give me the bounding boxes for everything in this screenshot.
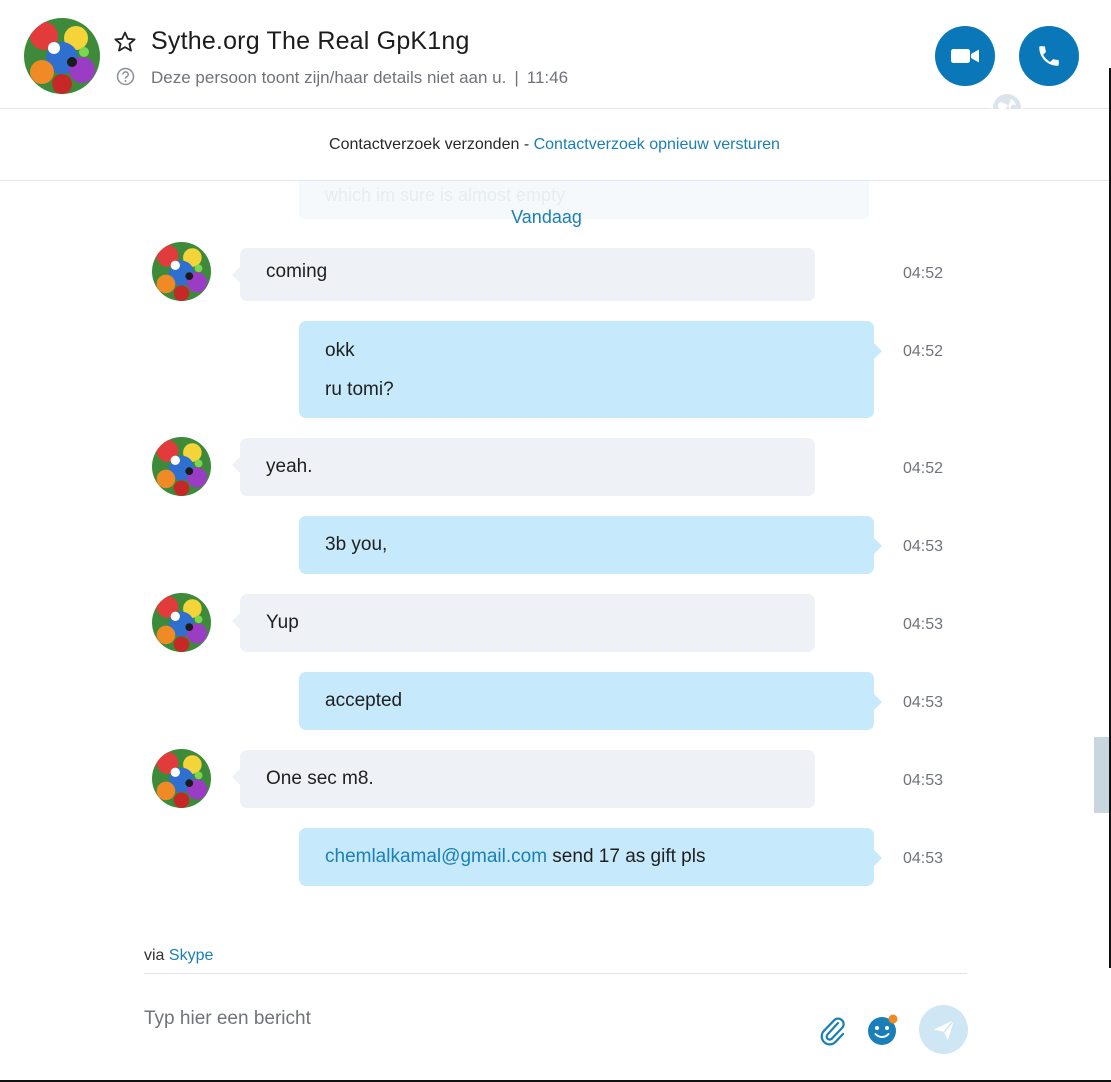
message-text: ru tomi?	[325, 379, 394, 400]
incoming-message[interactable]: coming	[232, 248, 815, 301]
message-time: 04:53	[903, 538, 944, 555]
resend-request-link[interactable]: Contactverzoek opnieuw versturen	[534, 136, 780, 154]
message-text: yeah.	[266, 456, 313, 477]
incoming-message[interactable]: One sec m8.	[232, 750, 815, 808]
message-avatar[interactable]	[152, 242, 211, 301]
contact-status: Deze persoon toont zijn/haar details nie…	[151, 68, 568, 88]
video-call-button[interactable]	[935, 26, 995, 86]
conversation-header: Sythe.org The Real GpK1ng Deze persoon t…	[0, 0, 1109, 124]
message-text: Yup	[266, 612, 299, 633]
message-input[interactable]	[144, 1004, 784, 1034]
message-avatar[interactable]	[152, 593, 211, 652]
message-avatar[interactable]	[152, 749, 211, 808]
incoming-message[interactable]: Yup	[232, 594, 815, 652]
audio-call-button[interactable]	[1019, 26, 1079, 86]
via-prefix: via	[144, 947, 165, 964]
send-icon	[933, 1019, 955, 1040]
status-text: Deze persoon toont zijn/haar details nie…	[151, 68, 507, 87]
date-separator: Vandaag	[511, 207, 582, 227]
status-separator: |	[514, 68, 519, 87]
message-avatar[interactable]	[152, 437, 211, 496]
paperclip-icon[interactable]	[817, 1014, 847, 1046]
local-time: 11:46	[526, 68, 569, 87]
emoji-icon[interactable]	[866, 1012, 902, 1048]
message-text: chemlalkamal@gmail.com send 17 as gift p…	[299, 828, 874, 868]
outgoing-message[interactable]: chemlalkamal@gmail.com send 17 as gift p…	[299, 828, 882, 886]
via-label: via Skype	[144, 947, 213, 965]
message-text: okk	[325, 340, 355, 361]
message-text-rest: send 17 as gift pls	[547, 846, 706, 867]
star-icon[interactable]	[113, 30, 137, 54]
message-time: 04:53	[903, 694, 944, 711]
message-time: 04:52	[903, 460, 944, 477]
phone-icon	[1039, 46, 1059, 66]
previous-message-text: which im sure is almost empty	[325, 185, 566, 205]
send-button[interactable]	[919, 1005, 968, 1054]
message-time: 04:53	[903, 850, 944, 867]
question-icon[interactable]	[116, 67, 135, 86]
chat-scrollbar[interactable]	[1094, 737, 1109, 813]
outgoing-message[interactable]: accepted	[299, 672, 882, 730]
contact-request-bar: Contactverzoek verzonden - Contactverzoe…	[0, 109, 1109, 181]
message-time: 04:52	[903, 343, 944, 360]
request-dash: -	[523, 135, 530, 153]
message-time: 04:53	[903, 772, 944, 789]
message-text: coming	[266, 261, 328, 282]
message-time: 04:52	[903, 265, 944, 282]
contact-name: Sythe.org The Real GpK1ng	[151, 27, 470, 55]
composer-divider	[144, 973, 967, 974]
email-link[interactable]: chemlalkamal@gmail.com	[325, 846, 547, 867]
outgoing-message[interactable]: 3b you,	[299, 516, 882, 574]
message-text: accepted	[325, 690, 403, 711]
message-text: One sec m8.	[266, 768, 374, 789]
incoming-message[interactable]: yeah.	[232, 438, 815, 496]
outgoing-message[interactable]: okk ru tomi?	[299, 321, 882, 418]
via-skype-link[interactable]: Skype	[169, 947, 213, 964]
video-camera-icon	[951, 49, 979, 63]
message-text: 3b you,	[325, 534, 388, 555]
request-sent-text: Contactverzoek verzonden	[329, 135, 520, 153]
contact-avatar[interactable]	[24, 18, 100, 94]
message-time: 04:53	[903, 616, 944, 633]
message-list: which im sure is almost empty Vandaag co…	[0, 181, 1093, 941]
